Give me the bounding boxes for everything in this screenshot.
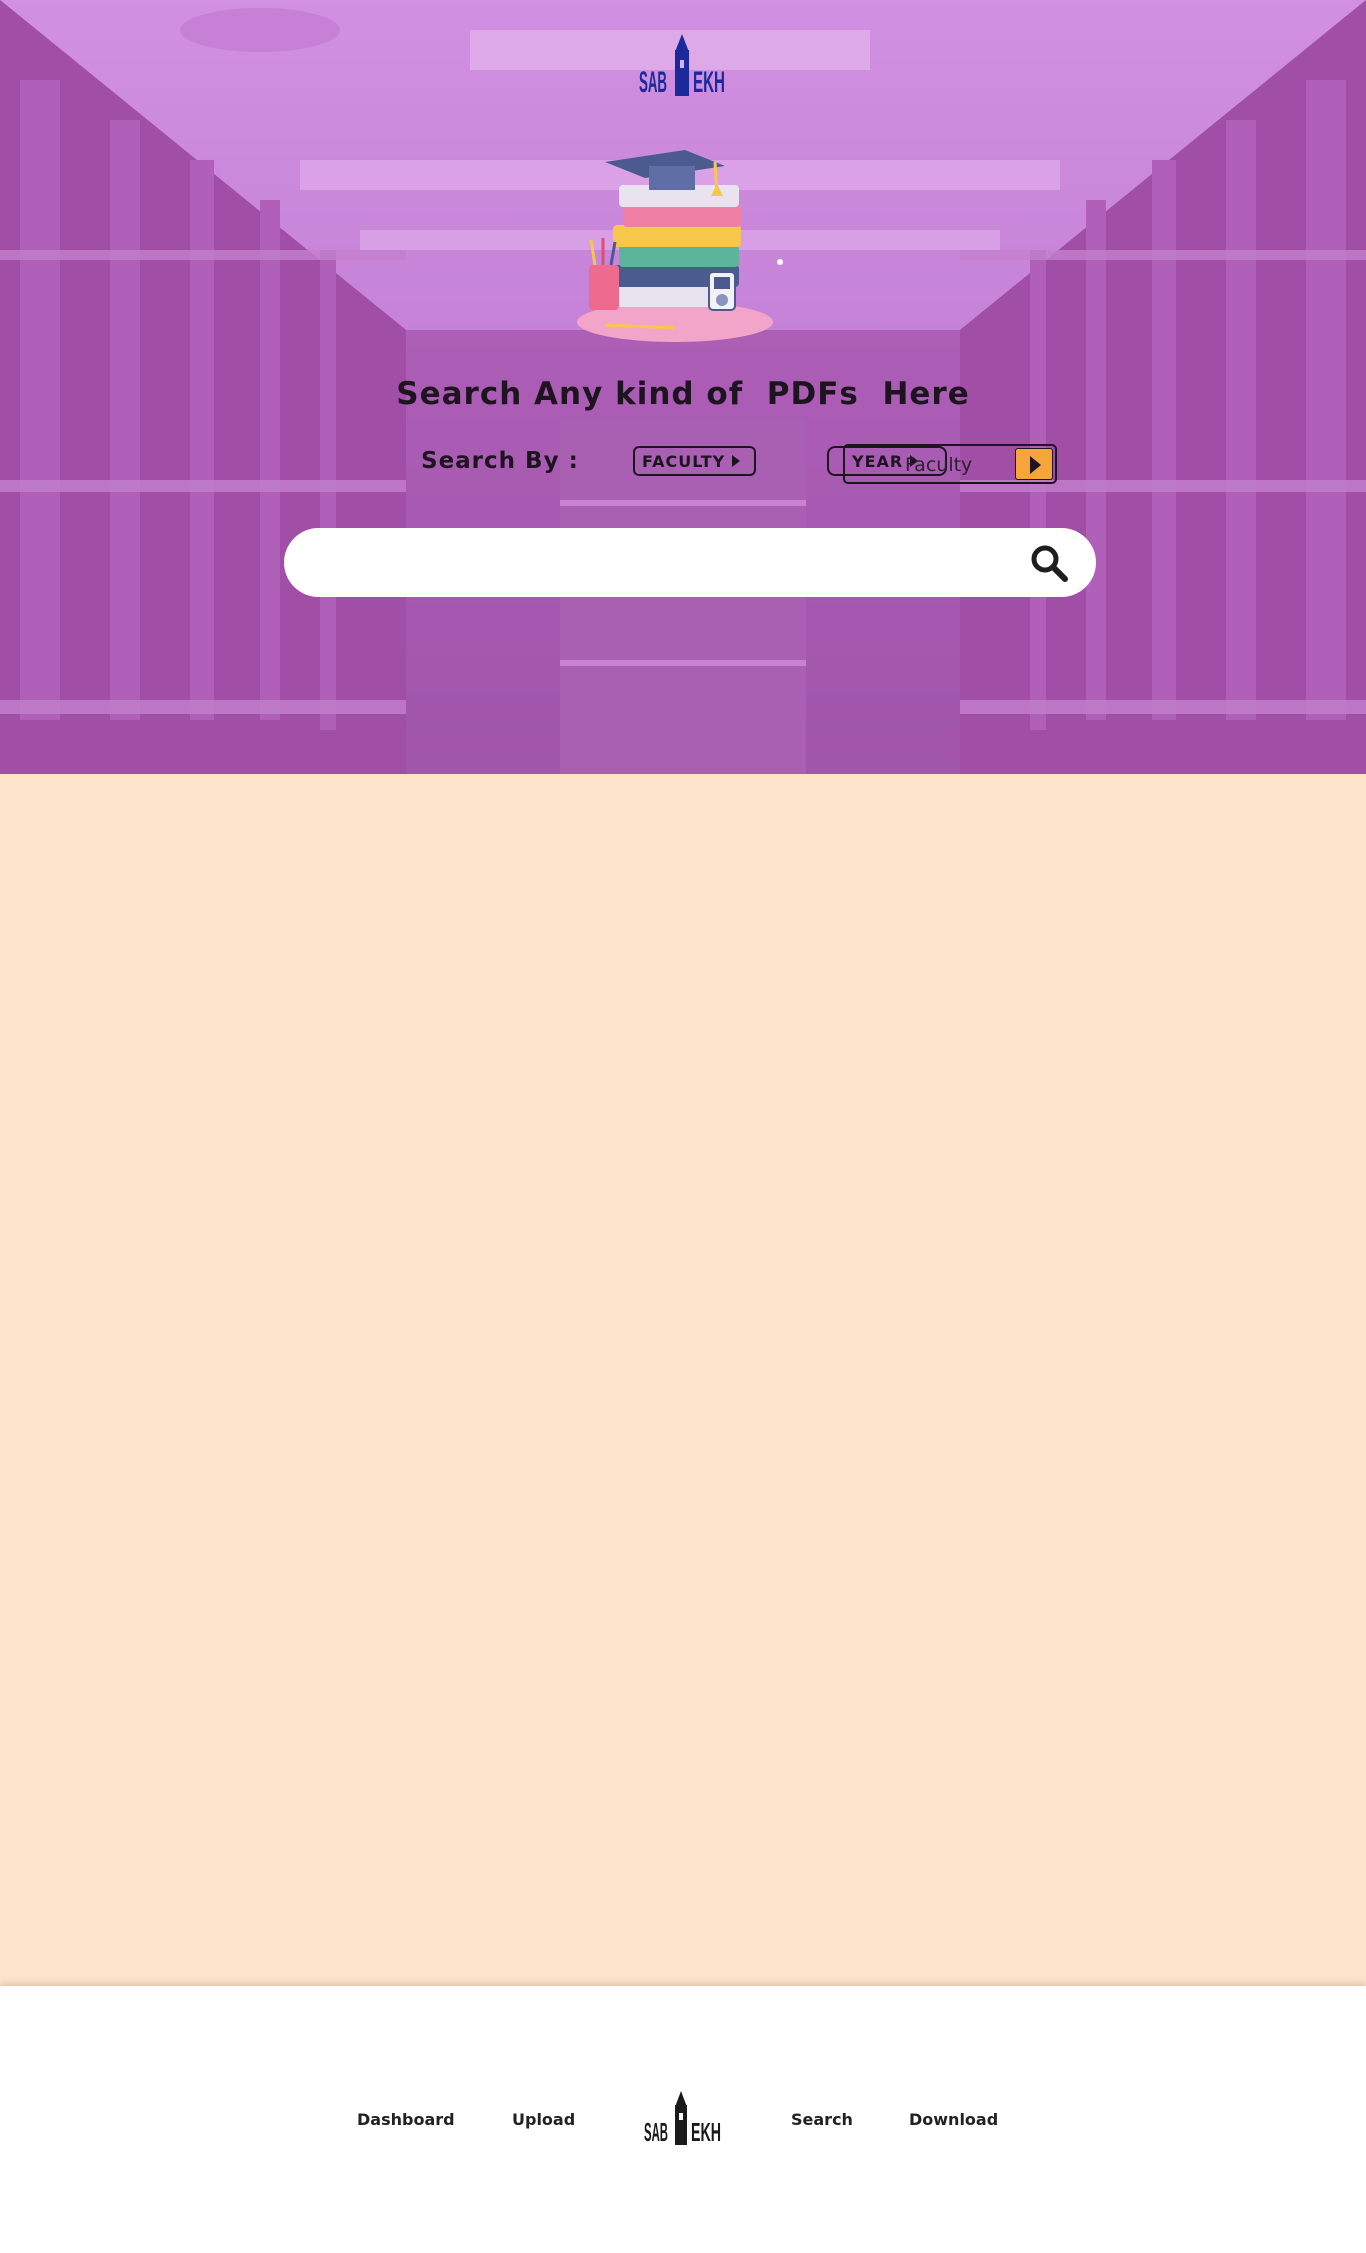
svg-text:EKH: EKH xyxy=(691,2117,721,2147)
footer-sabekh-logo[interactable]: SAB EKH xyxy=(643,2089,723,2147)
page-headline: Search Any kind of PDFs Here xyxy=(396,376,970,412)
footer-link-download[interactable]: Download xyxy=(909,2110,998,2129)
search-icon[interactable] xyxy=(1029,543,1069,583)
search-bar xyxy=(284,528,1096,597)
play-arrow-icon xyxy=(1030,456,1041,474)
search-input[interactable] xyxy=(314,542,994,582)
caret-right-icon xyxy=(732,455,741,467)
faculty-select-go-button[interactable] xyxy=(1015,448,1053,480)
svg-text:SAB: SAB xyxy=(639,66,667,99)
svg-text:EKH: EKH xyxy=(693,66,725,99)
sabekh-logo[interactable]: SAB EKH xyxy=(637,30,729,100)
faculty-select-value: Faculty xyxy=(905,454,973,476)
footer-link-dashboard[interactable]: Dashboard xyxy=(357,2110,455,2129)
footer: Dashboard Upload SAB EKH Search Download xyxy=(0,1986,1366,2253)
footer-link-search[interactable]: Search xyxy=(791,2110,853,2129)
hero-section: SAB EKH Search Any kind of PDFs Here Sea… xyxy=(0,0,1366,774)
faculty-filter-button[interactable]: FACULTY xyxy=(633,446,756,476)
faculty-filter-label: FACULTY xyxy=(642,451,726,471)
svg-text:SAB: SAB xyxy=(644,2117,668,2147)
search-by-label: Search By : xyxy=(421,448,579,474)
books-illustration xyxy=(577,150,783,342)
faculty-select[interactable]: Faculty xyxy=(843,444,1057,484)
footer-link-upload[interactable]: Upload xyxy=(512,2110,575,2129)
main-content-area xyxy=(0,774,1366,1986)
